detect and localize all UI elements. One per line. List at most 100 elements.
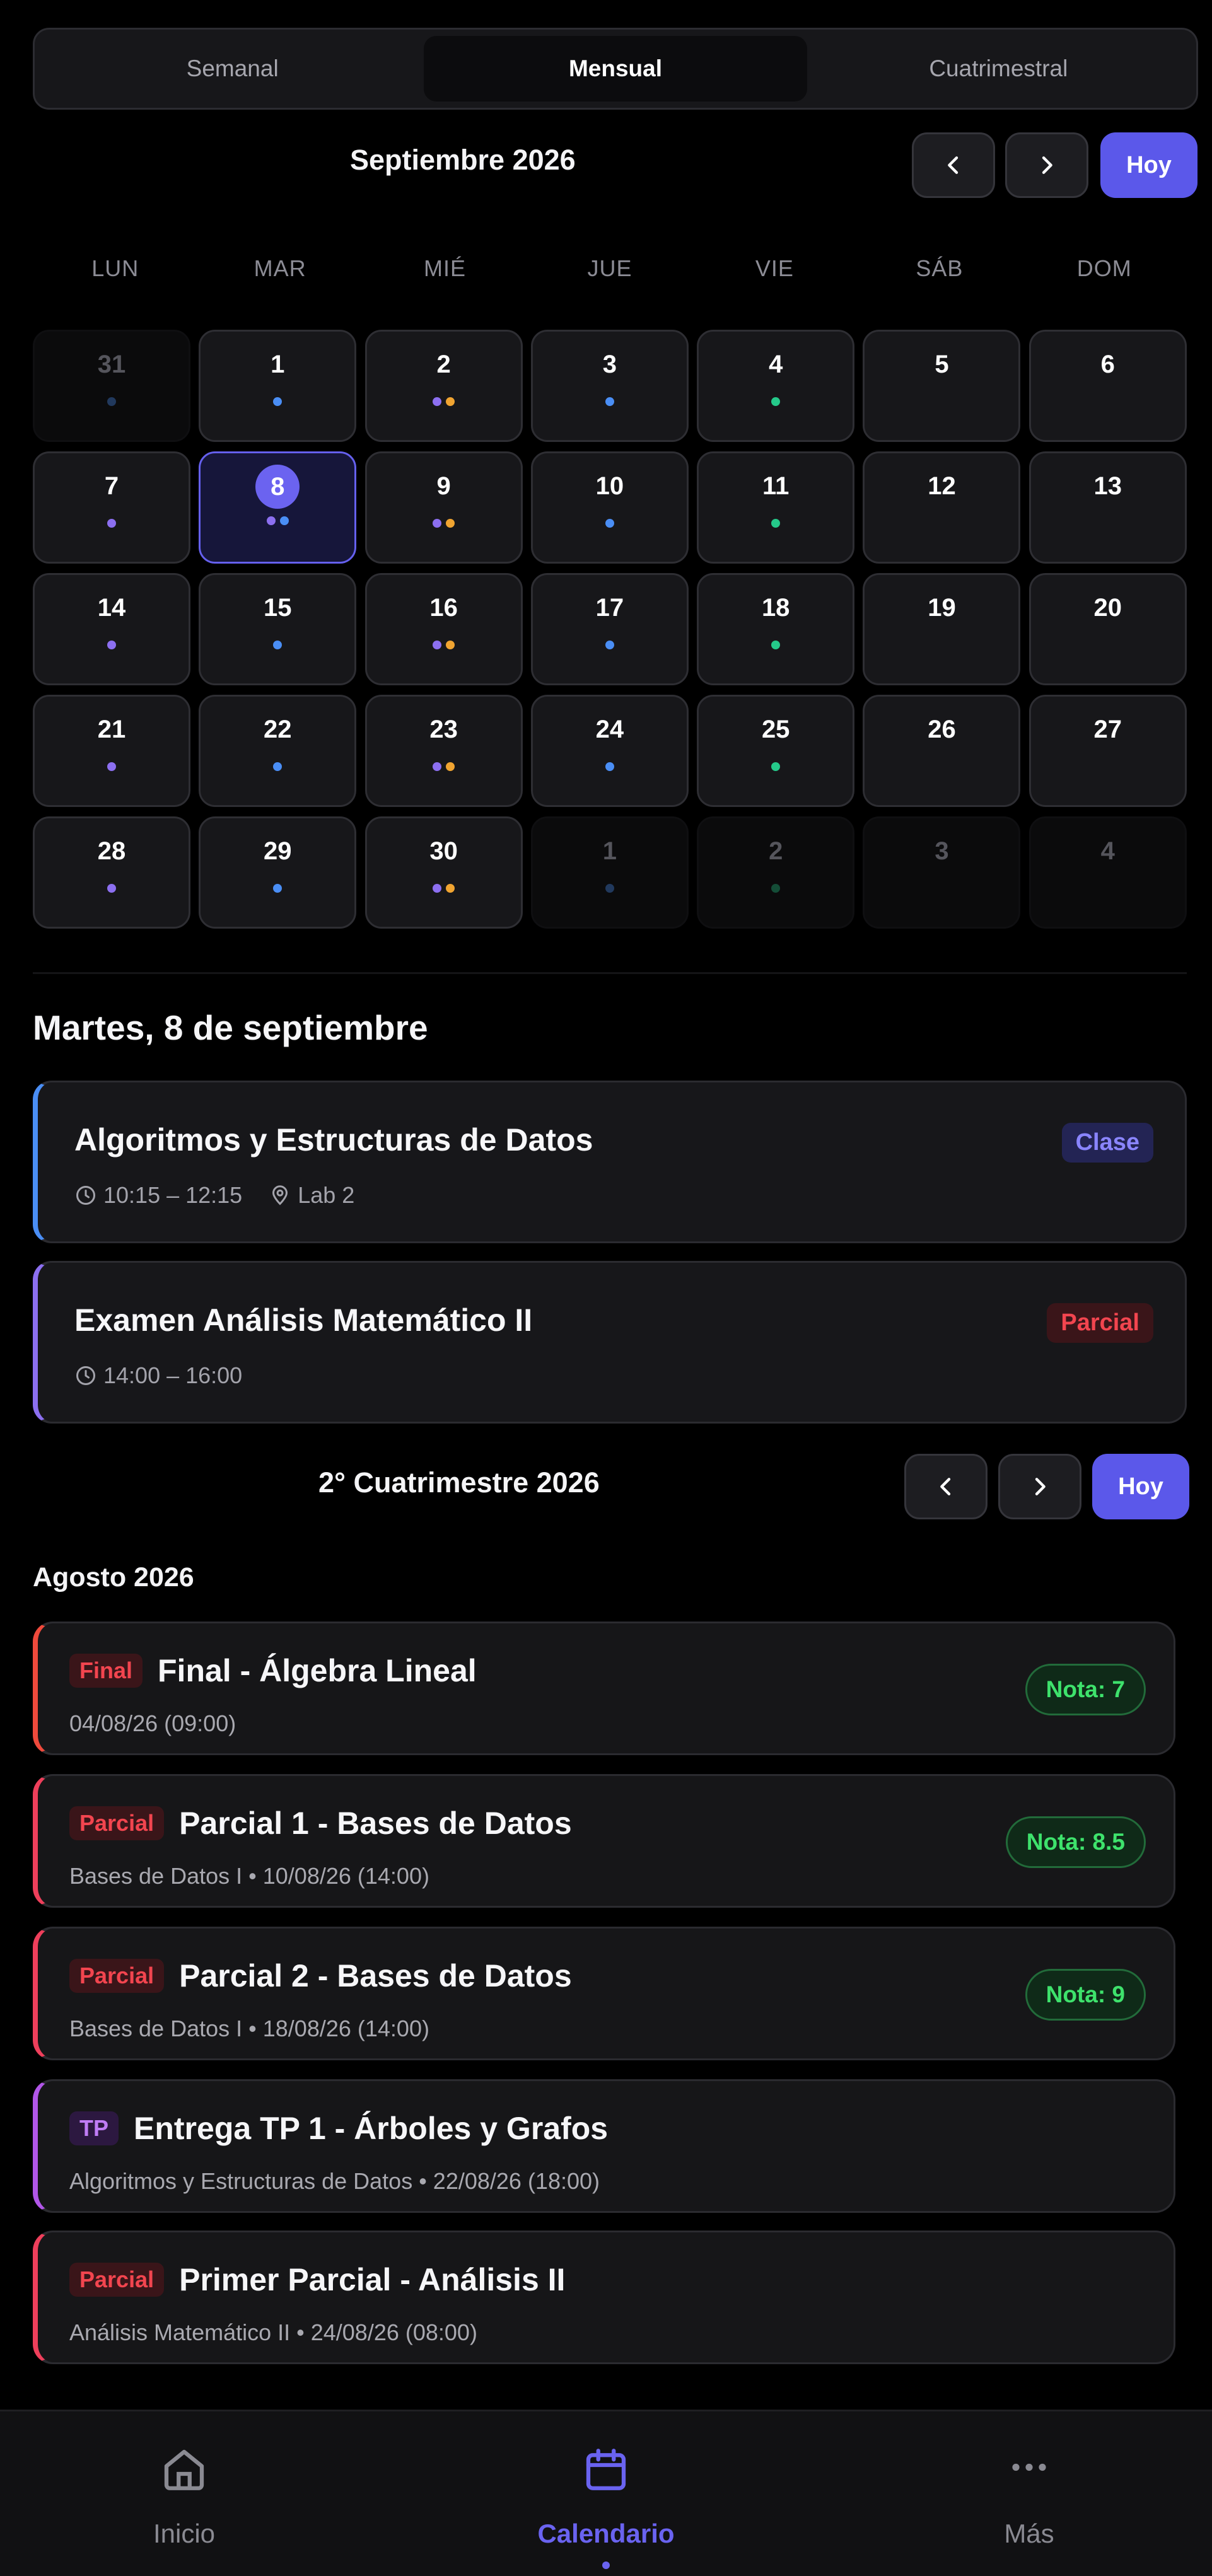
- calendar-day-cell[interactable]: 25: [697, 695, 855, 807]
- assessment-card[interactable]: Parcial Primer Parcial - Análisis II Aná…: [33, 2231, 1175, 2364]
- event-dot: [433, 884, 442, 893]
- calendar-day-cell[interactable]: 5: [863, 330, 1021, 442]
- weekday-label: VIE: [755, 255, 794, 281]
- next-month-button[interactable]: [1005, 132, 1088, 198]
- assessment-type-tag: Parcial: [69, 1806, 165, 1840]
- nav-item-calendario[interactable]: Calendario: [480, 2411, 732, 2576]
- event-dot: [433, 397, 442, 406]
- event-time: 10:15 – 12:15: [103, 1182, 243, 1208]
- calendar-day-cell[interactable]: 3: [863, 816, 1021, 929]
- event-dot: [107, 519, 116, 528]
- calendar-day-number: 6: [1100, 351, 1115, 378]
- calendar-day-cell[interactable]: 27: [1028, 695, 1187, 807]
- calendar-day-cell[interactable]: 10: [530, 451, 689, 564]
- grade-badge: Nota: 8.5: [1005, 1816, 1146, 1868]
- bottom-navigation: Inicio Calendario Más: [0, 2410, 1212, 2576]
- event-dots: [367, 397, 521, 406]
- calendar-day-number: 17: [595, 594, 624, 622]
- event-dot: [446, 762, 455, 771]
- calendar-day-cell[interactable]: 1: [199, 330, 357, 442]
- calendar-day-cell[interactable]: 16: [364, 573, 523, 685]
- assessment-title: Parcial 2 - Bases de Datos: [179, 1958, 572, 1993]
- calendar-day-cell[interactable]: 7: [33, 451, 190, 564]
- event-card[interactable]: Examen Análisis Matemático II 14:00 – 16…: [33, 1261, 1187, 1424]
- nav-item-inicio[interactable]: Inicio: [58, 2411, 310, 2576]
- calendar-day-cell[interactable]: 29: [199, 816, 357, 929]
- calendar-day-number: 23: [429, 716, 458, 743]
- calendar-day-cell[interactable]: 9: [364, 451, 523, 564]
- prev-month-button[interactable]: [912, 132, 995, 198]
- event-card[interactable]: Algoritmos y Estructuras de Datos 10:15 …: [33, 1081, 1187, 1243]
- nav-label: Calendario: [537, 2519, 675, 2548]
- semester-today-button[interactable]: Hoy: [1092, 1454, 1189, 1519]
- calendar-day-cell[interactable]: 28: [33, 816, 190, 929]
- calendar-day-cell[interactable]: 3: [530, 330, 689, 442]
- calendar-day-cell[interactable]: 23: [364, 695, 523, 807]
- event-dot: [771, 641, 781, 649]
- event-type-badge: Clase: [1061, 1123, 1153, 1163]
- event-dots: [699, 519, 853, 528]
- active-indicator: [602, 2561, 610, 2569]
- assessment-title: Entrega TP 1 - Árboles y Grafos: [134, 2111, 609, 2146]
- view-option-mensual[interactable]: Mensual: [424, 36, 807, 102]
- calendar-day-cell[interactable]: 15: [199, 573, 357, 685]
- calendar-day-cell[interactable]: 19: [863, 573, 1021, 685]
- calendar-day-cell[interactable]: 2: [697, 816, 855, 929]
- view-option-cuatrimestral[interactable]: Cuatrimestral: [807, 36, 1190, 102]
- event-title: Examen Análisis Matemático II: [74, 1303, 533, 1338]
- weekday-label: LUN: [91, 255, 139, 281]
- assessment-type-tag: Parcial: [69, 1959, 165, 1993]
- calendar-day-cell[interactable]: 8: [199, 451, 357, 564]
- semester-title: 2° Cuatrimestre 2026: [318, 1466, 600, 1499]
- clock-icon: [76, 1186, 95, 1205]
- assessment-subtitle: Algoritmos y Estructuras de Datos • 22/0…: [69, 2168, 600, 2194]
- event-dots: [35, 641, 189, 649]
- assessment-card[interactable]: Parcial Parcial 2 - Bases de Datos Bases…: [33, 1927, 1175, 2060]
- calendar-day-cell[interactable]: 31: [33, 330, 190, 442]
- next-semester-button[interactable]: [998, 1454, 1081, 1519]
- chevron-right-icon: [1035, 1478, 1046, 1495]
- assessment-card[interactable]: Parcial Parcial 1 - Bases de Datos Bases…: [33, 1774, 1175, 1908]
- calendar-day-cell[interactable]: 18: [697, 573, 855, 685]
- calendar-day-cell[interactable]: 14: [33, 573, 190, 685]
- calendar-day-number: 16: [429, 594, 458, 622]
- calendar-day-cell[interactable]: 22: [199, 695, 357, 807]
- calendar-day-cell[interactable]: 30: [364, 816, 523, 929]
- calendar-day-number: 25: [761, 716, 790, 743]
- calendar-day-cell[interactable]: 13: [1028, 451, 1187, 564]
- calendar-day-cell[interactable]: 20: [1028, 573, 1187, 685]
- calendar-day-cell[interactable]: 12: [863, 451, 1021, 564]
- event-meta: 10:15 – 12:15 Lab 2: [74, 1182, 354, 1209]
- weekday-label: MAR: [253, 255, 306, 281]
- assessment-card[interactable]: Final Final - Álgebra Lineal 04/08/26 (0…: [33, 1622, 1175, 1755]
- event-dots: [35, 519, 189, 528]
- chevron-left-icon: [948, 156, 959, 174]
- view-option-semanal[interactable]: Semanal: [41, 36, 424, 102]
- calendar-day-cell[interactable]: 2: [364, 330, 523, 442]
- event-dots: [533, 519, 687, 528]
- nav-label: Más: [1004, 2519, 1054, 2548]
- calendar-day-number: 29: [264, 837, 292, 865]
- today-button[interactable]: Hoy: [1100, 132, 1197, 198]
- calendar-day-cell[interactable]: 4: [697, 330, 855, 442]
- calendar-day-number: 2: [436, 351, 451, 378]
- calendar-day-cell[interactable]: 11: [697, 451, 855, 564]
- event-dot: [107, 762, 116, 771]
- nav-item-mas[interactable]: Más: [903, 2411, 1155, 2576]
- calendar-day-cell[interactable]: 17: [530, 573, 689, 685]
- event-dot: [433, 762, 442, 771]
- calendar-day-number: 8: [255, 465, 300, 509]
- calendar-day-number: 13: [1093, 472, 1122, 500]
- weekday-label: SÁB: [916, 255, 964, 281]
- calendar-day-cell[interactable]: 26: [863, 695, 1021, 807]
- calendar-day-cell[interactable]: 21: [33, 695, 190, 807]
- calendar-day-cell[interactable]: 4: [1028, 816, 1187, 929]
- event-dots: [367, 641, 521, 649]
- calendar-day-number: 3: [935, 837, 949, 865]
- calendar-day-cell[interactable]: 24: [530, 695, 689, 807]
- event-dots: [699, 884, 853, 893]
- prev-semester-button[interactable]: [904, 1454, 988, 1519]
- calendar-day-cell[interactable]: 6: [1028, 330, 1187, 442]
- assessment-card[interactable]: TP Entrega TP 1 - Árboles y Grafos Algor…: [33, 2079, 1175, 2213]
- calendar-day-cell[interactable]: 1: [530, 816, 689, 929]
